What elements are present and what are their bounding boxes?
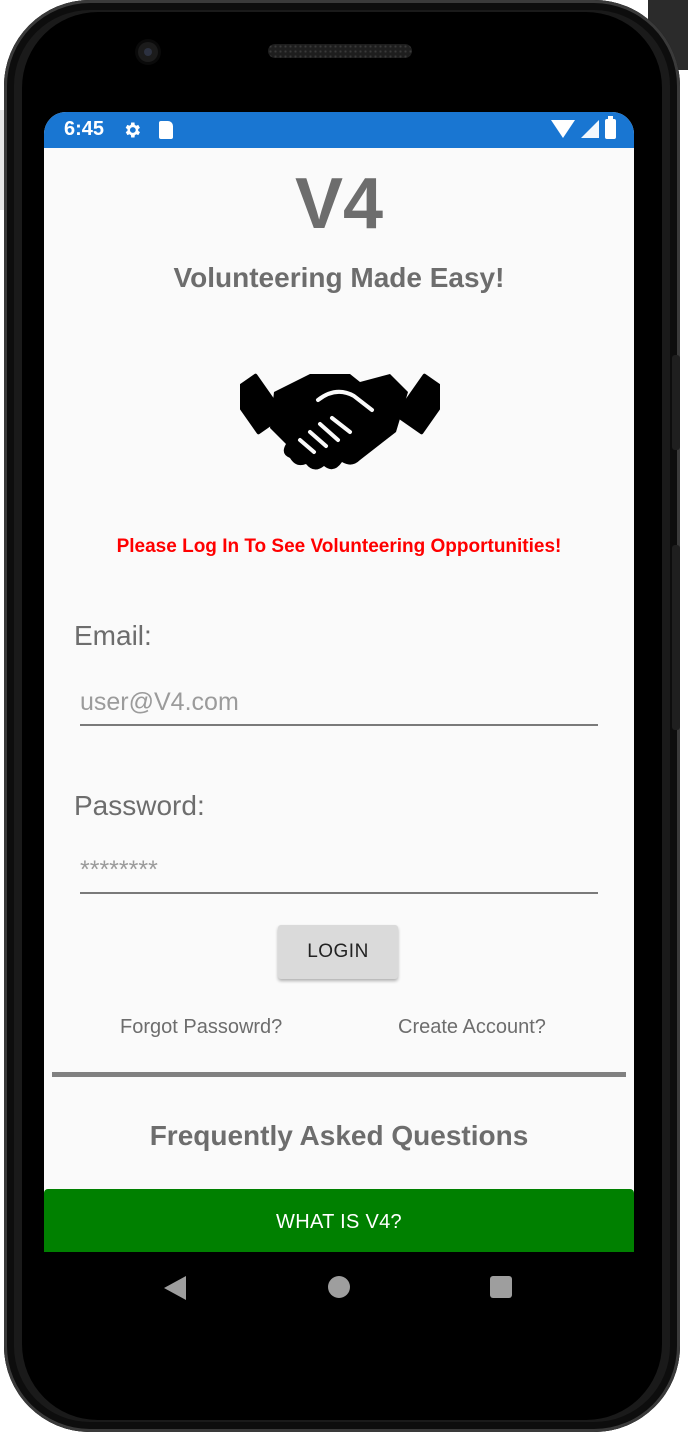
power-button [672, 545, 680, 730]
create-account-link[interactable]: Create Account? [398, 1016, 546, 1039]
battery-icon [605, 116, 616, 139]
status-indicators [551, 116, 616, 139]
recents-icon[interactable] [490, 1276, 512, 1298]
faq-what-is-v4-button[interactable]: WHAT IS V4? [44, 1189, 634, 1252]
app-title: V4 [294, 164, 384, 244]
status-bar: 6:45 [44, 112, 634, 148]
login-button[interactable]: LOGIN [278, 925, 398, 979]
volume-button [672, 355, 680, 450]
status-time: 6:45 [64, 118, 105, 140]
back-icon[interactable] [164, 1276, 186, 1300]
app-screen: 6:45 V4 Volunteering Made Easy! Please L… [44, 112, 634, 1252]
handshake-icon [240, 373, 440, 470]
forgot-password-link[interactable]: Forgot Passowrd? [120, 1016, 282, 1039]
settings-gear-icon [125, 122, 140, 138]
sd-card-icon [159, 121, 173, 139]
password-field[interactable] [80, 848, 598, 894]
faq-title: Frequently Asked Questions [149, 1120, 529, 1151]
earpiece-speaker [268, 44, 412, 58]
password-label: Password: [74, 790, 205, 821]
front-camera [138, 42, 158, 62]
navigation-bar [44, 1252, 634, 1324]
app-tagline: Volunteering Made Easy! [173, 262, 505, 293]
email-label: Email: [74, 620, 152, 651]
email-field[interactable] [80, 680, 598, 726]
section-divider [52, 1072, 626, 1077]
wifi-icon [551, 120, 575, 138]
home-icon[interactable] [328, 1276, 350, 1298]
cell-signal-icon [581, 120, 599, 138]
login-notice: Please Log In To See Volunteering Opport… [116, 536, 562, 557]
